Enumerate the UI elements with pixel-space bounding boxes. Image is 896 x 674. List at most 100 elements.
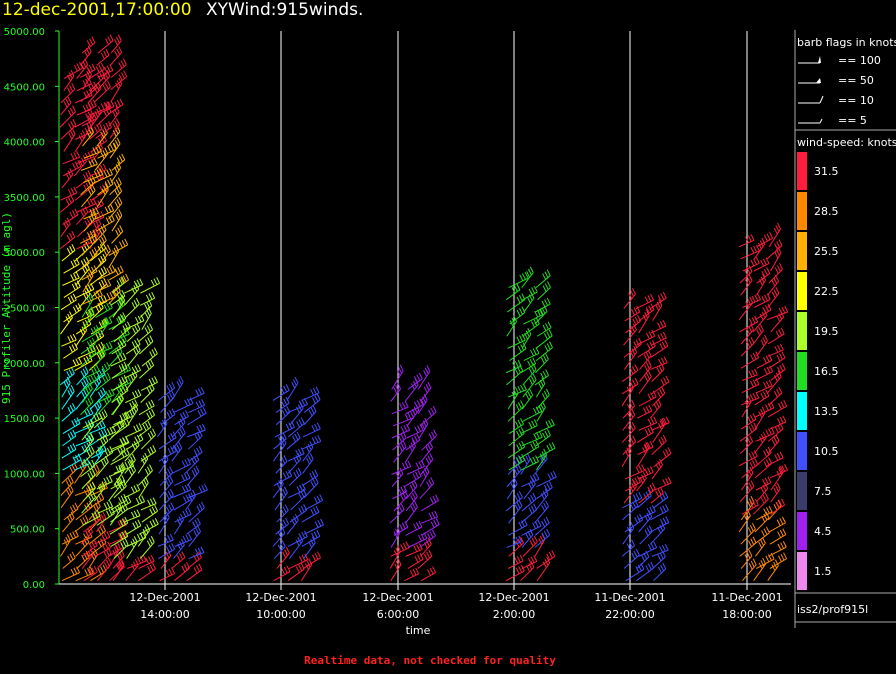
wind-barb-flag [283, 486, 288, 493]
wind-barb-flag [768, 457, 773, 464]
wind-barb-flag [165, 480, 170, 487]
wind-barb-flag [146, 309, 151, 317]
wind-barb-flag [311, 425, 316, 432]
wind-barb-flag [427, 443, 432, 451]
wind-barb-flag [515, 404, 520, 411]
wind-barb-flag [751, 451, 756, 458]
wind-barb-flag [103, 532, 108, 539]
wind-barb-flag [644, 529, 649, 537]
wind-barb-flag [87, 102, 92, 109]
wind-barb-flag [514, 285, 518, 292]
wind-barb-flag [532, 442, 537, 449]
wind-barb [740, 528, 756, 545]
wind-barb-flag [547, 429, 551, 436]
wind-barb-flag [184, 410, 189, 417]
wind-barb-flag [417, 425, 421, 432]
wind-barb-flag [106, 447, 111, 455]
wind-barb [767, 376, 782, 393]
wind-barb-flag [89, 38, 94, 45]
wind-barb-flag [777, 555, 782, 562]
wind-barb-flag [283, 455, 288, 462]
wind-barb-flag [401, 522, 406, 529]
wind-barb-flag [69, 475, 74, 483]
wind-barb-flag [400, 442, 405, 450]
wind-barb-flag [523, 383, 527, 391]
wind-barb-flag [154, 504, 159, 512]
wind-barb-flag [106, 169, 111, 176]
wind-barb-flag [773, 504, 778, 511]
wind-barb-flag [415, 471, 420, 479]
wind-barb [140, 381, 158, 391]
wind-barb-flag [198, 503, 203, 511]
wind-barb [404, 384, 419, 402]
wind-barb-flag [653, 403, 658, 411]
wind-barb-flag [514, 361, 519, 368]
wind-barb-flag [193, 449, 198, 456]
wind-barb-flag [182, 411, 187, 419]
wind-barb [272, 443, 287, 462]
wind-barb-flag [63, 381, 68, 389]
wind-barb-flag [166, 506, 170, 513]
wind-barb-flag [115, 229, 120, 237]
wind-barb-flag [516, 502, 521, 509]
wind-barb [523, 352, 540, 362]
wind-barb-flag [659, 506, 664, 514]
wind-barb-flag [632, 379, 636, 386]
wind-barb-flag [168, 544, 173, 552]
wind-barb-flag [103, 409, 108, 416]
wind-barb-flag [69, 387, 73, 394]
wind-barb-flag [513, 468, 518, 475]
wind-barb-flag [135, 424, 140, 431]
wind-barb-flag [413, 500, 418, 508]
wind-barb-flag [133, 348, 137, 356]
wind-barb-flag [122, 437, 127, 444]
wind-barb-flag [67, 196, 72, 204]
wind-barb-flag [92, 504, 97, 512]
wind-barb-flag [195, 465, 200, 473]
wind-barb-flag [115, 36, 120, 44]
wind-barb-flag [102, 387, 107, 394]
wind-barb-flag [117, 177, 122, 184]
wind-barb-flag [782, 415, 787, 423]
wind-barb-flag [528, 421, 533, 429]
wind-barb-flag [520, 400, 525, 407]
wind-barb-flag [147, 499, 152, 507]
wind-barb-flag [72, 359, 77, 366]
wind-barb-flag [418, 372, 423, 380]
wind-barb-flag [198, 486, 203, 493]
wind-barb-flag [170, 502, 175, 509]
wind-barb-flag [146, 301, 151, 308]
wind-barb-flag [548, 329, 553, 336]
wind-barb-flag [103, 428, 108, 435]
wind-barb-flag [515, 466, 520, 473]
quality-warning: Realtime data, not checked for quality [304, 654, 556, 667]
wind-barb-flag [542, 324, 547, 332]
wind-barb-flag [629, 424, 634, 431]
wind-barb-flag [543, 333, 548, 340]
wind-barb-flag [103, 363, 108, 371]
wind-barb [536, 562, 551, 581]
wind-barb-flag [645, 406, 650, 413]
wind-barb-flag [117, 34, 122, 41]
speed-legend-label: 1.5 [814, 565, 832, 578]
wind-barb-flag [83, 389, 88, 397]
wind-barb-flag [125, 448, 130, 455]
wind-barb [123, 515, 141, 523]
wind-barb-flag [773, 390, 778, 398]
wind-barb-flag [102, 163, 107, 171]
wind-barb-flag [70, 153, 75, 160]
wind-barb-flag [104, 82, 109, 90]
wind-barb-flag [546, 444, 551, 452]
wind-barb-flag [198, 400, 203, 407]
wind-barb-flag [764, 294, 768, 302]
wind-barb-flag [72, 293, 77, 301]
wind-barb-flag [171, 543, 176, 550]
wind-barb-flag [117, 448, 122, 455]
wind-barb-flag [89, 470, 94, 478]
x-tick-time: 18:00:00 [722, 608, 771, 621]
wind-barb-flag [413, 490, 418, 497]
wind-barb-flag [151, 291, 156, 299]
wind-barb-flag [67, 433, 72, 440]
wind-barb-flag [124, 461, 129, 469]
wind-barb-flag [300, 505, 305, 513]
